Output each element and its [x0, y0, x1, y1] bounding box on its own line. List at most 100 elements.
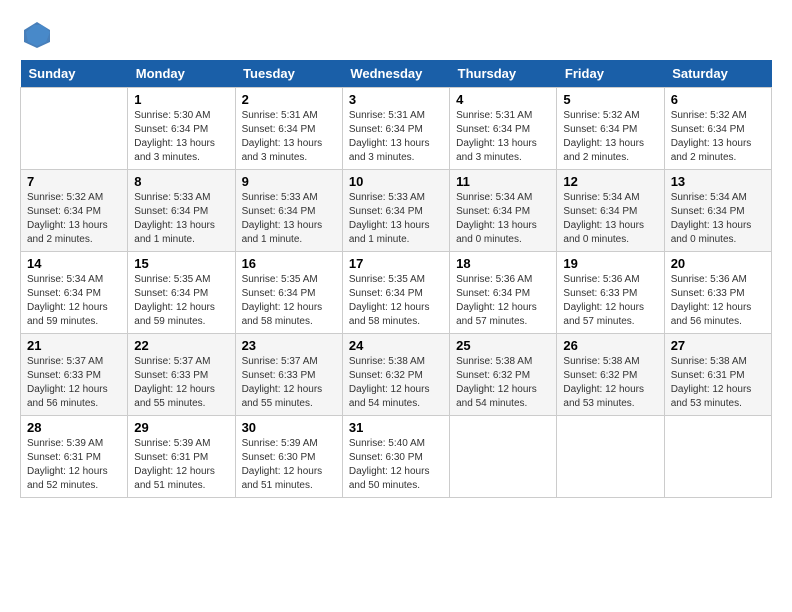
day-number: 9	[242, 174, 336, 189]
calendar-week-row: 7 Sunrise: 5:32 AMSunset: 6:34 PMDaylight…	[21, 170, 772, 252]
calendar-cell: 13 Sunrise: 5:34 AMSunset: 6:34 PMDayligh…	[664, 170, 771, 252]
day-info: Sunrise: 5:38 AMSunset: 6:31 PMDaylight:…	[671, 355, 765, 411]
day-number: 23	[242, 338, 336, 353]
calendar-cell: 15 Sunrise: 5:35 AMSunset: 6:34 PMDayligh…	[128, 252, 235, 334]
day-number: 25	[456, 338, 550, 353]
day-info: Sunrise: 5:33 AMSunset: 6:34 PMDaylight:…	[349, 191, 443, 247]
day-info: Sunrise: 5:30 AMSunset: 6:34 PMDaylight:…	[134, 109, 228, 165]
calendar-cell: 7 Sunrise: 5:32 AMSunset: 6:34 PMDaylight…	[21, 170, 128, 252]
day-number: 10	[349, 174, 443, 189]
day-number: 8	[134, 174, 228, 189]
calendar-cell: 30Sunrise: 5:39 AMSunset: 6:30 PMDayligh…	[235, 416, 342, 498]
calendar-cell: 8Sunrise: 5:33 AMSunset: 6:34 PMDaylight…	[128, 170, 235, 252]
day-number: 13	[671, 174, 765, 189]
calendar-cell: 22Sunrise: 5:37 AMSunset: 6:33 PMDayligh…	[128, 334, 235, 416]
calendar-cell	[557, 416, 664, 498]
day-number: 28	[27, 420, 121, 435]
day-number: 15	[134, 256, 228, 271]
calendar-cell: 9 Sunrise: 5:33 AMSunset: 6:34 PMDaylight…	[235, 170, 342, 252]
day-number: 17	[349, 256, 443, 271]
day-number: 24	[349, 338, 443, 353]
calendar-header-row: SundayMondayTuesdayWednesdayThursdayFrid…	[21, 60, 772, 88]
day-info: Sunrise: 5:35 AMSunset: 6:34 PMDaylight:…	[134, 273, 228, 329]
calendar-cell: 29 Sunrise: 5:39 AMSunset: 6:31 PMDayligh…	[128, 416, 235, 498]
day-number: 21	[27, 338, 121, 353]
day-number: 6	[671, 92, 765, 107]
day-info: Sunrise: 5:33 AMSunset: 6:34 PMDaylight:…	[242, 191, 336, 247]
calendar-cell: 1Sunrise: 5:30 AMSunset: 6:34 PMDaylight…	[128, 88, 235, 170]
logo	[20, 20, 52, 50]
day-number: 27	[671, 338, 765, 353]
calendar-cell: 2 Sunrise: 5:31 AMSunset: 6:34 PMDaylight…	[235, 88, 342, 170]
day-info: Sunrise: 5:34 AMSunset: 6:34 PMDaylight:…	[456, 191, 550, 247]
day-number: 29	[134, 420, 228, 435]
day-number: 11	[456, 174, 550, 189]
calendar-cell: 25Sunrise: 5:38 AMSunset: 6:32 PMDayligh…	[450, 334, 557, 416]
calendar-cell	[21, 88, 128, 170]
day-number: 14	[27, 256, 121, 271]
day-info: Sunrise: 5:32 AMSunset: 6:34 PMDaylight:…	[671, 109, 765, 165]
day-number: 5	[563, 92, 657, 107]
day-number: 18	[456, 256, 550, 271]
calendar-cell: 21 Sunrise: 5:37 AMSunset: 6:33 PMDayligh…	[21, 334, 128, 416]
day-info: Sunrise: 5:32 AMSunset: 6:34 PMDaylight:…	[563, 109, 657, 165]
header-day-tuesday: Tuesday	[235, 60, 342, 88]
day-info: Sunrise: 5:39 AMSunset: 6:31 PMDaylight:…	[27, 437, 121, 493]
page-header	[20, 20, 772, 50]
header-day-sunday: Sunday	[21, 60, 128, 88]
calendar-cell: 18Sunrise: 5:36 AMSunset: 6:34 PMDayligh…	[450, 252, 557, 334]
calendar-week-row: 1Sunrise: 5:30 AMSunset: 6:34 PMDaylight…	[21, 88, 772, 170]
day-info: Sunrise: 5:37 AMSunset: 6:33 PMDaylight:…	[134, 355, 228, 411]
calendar-cell: 14 Sunrise: 5:34 AMSunset: 6:34 PMDayligh…	[21, 252, 128, 334]
day-info: Sunrise: 5:39 AMSunset: 6:31 PMDaylight:…	[134, 437, 228, 493]
logo-icon	[22, 20, 52, 50]
day-info: Sunrise: 5:34 AMSunset: 6:34 PMDaylight:…	[671, 191, 765, 247]
calendar-week-row: 21 Sunrise: 5:37 AMSunset: 6:33 PMDayligh…	[21, 334, 772, 416]
calendar-cell: 31 Sunrise: 5:40 AMSunset: 6:30 PMDayligh…	[342, 416, 449, 498]
day-info: Sunrise: 5:31 AMSunset: 6:34 PMDaylight:…	[242, 109, 336, 165]
day-number: 20	[671, 256, 765, 271]
day-info: Sunrise: 5:31 AMSunset: 6:34 PMDaylight:…	[456, 109, 550, 165]
calendar-table: SundayMondayTuesdayWednesdayThursdayFrid…	[20, 60, 772, 498]
calendar-week-row: 14 Sunrise: 5:34 AMSunset: 6:34 PMDayligh…	[21, 252, 772, 334]
calendar-cell: 27 Sunrise: 5:38 AMSunset: 6:31 PMDayligh…	[664, 334, 771, 416]
day-number: 19	[563, 256, 657, 271]
calendar-cell: 4Sunrise: 5:31 AMSunset: 6:34 PMDaylight…	[450, 88, 557, 170]
day-info: Sunrise: 5:38 AMSunset: 6:32 PMDaylight:…	[349, 355, 443, 411]
calendar-cell: 5 Sunrise: 5:32 AMSunset: 6:34 PMDaylight…	[557, 88, 664, 170]
day-number: 7	[27, 174, 121, 189]
header-day-saturday: Saturday	[664, 60, 771, 88]
day-number: 3	[349, 92, 443, 107]
day-info: Sunrise: 5:35 AMSunset: 6:34 PMDaylight:…	[349, 273, 443, 329]
calendar-cell: 19Sunrise: 5:36 AMSunset: 6:33 PMDayligh…	[557, 252, 664, 334]
day-number: 16	[242, 256, 336, 271]
day-info: Sunrise: 5:40 AMSunset: 6:30 PMDaylight:…	[349, 437, 443, 493]
day-info: Sunrise: 5:38 AMSunset: 6:32 PMDaylight:…	[563, 355, 657, 411]
calendar-cell	[664, 416, 771, 498]
calendar-cell: 6 Sunrise: 5:32 AMSunset: 6:34 PMDaylight…	[664, 88, 771, 170]
header-day-thursday: Thursday	[450, 60, 557, 88]
calendar-cell: 20 Sunrise: 5:36 AMSunset: 6:33 PMDayligh…	[664, 252, 771, 334]
day-number: 2	[242, 92, 336, 107]
day-number: 26	[563, 338, 657, 353]
calendar-cell: 3 Sunrise: 5:31 AMSunset: 6:34 PMDaylight…	[342, 88, 449, 170]
calendar-cell: 28 Sunrise: 5:39 AMSunset: 6:31 PMDayligh…	[21, 416, 128, 498]
header-day-wednesday: Wednesday	[342, 60, 449, 88]
calendar-cell: 26 Sunrise: 5:38 AMSunset: 6:32 PMDayligh…	[557, 334, 664, 416]
day-number: 30	[242, 420, 336, 435]
day-info: Sunrise: 5:37 AMSunset: 6:33 PMDaylight:…	[242, 355, 336, 411]
day-info: Sunrise: 5:37 AMSunset: 6:33 PMDaylight:…	[27, 355, 121, 411]
header-day-friday: Friday	[557, 60, 664, 88]
calendar-cell: 12Sunrise: 5:34 AMSunset: 6:34 PMDayligh…	[557, 170, 664, 252]
day-info: Sunrise: 5:35 AMSunset: 6:34 PMDaylight:…	[242, 273, 336, 329]
day-info: Sunrise: 5:36 AMSunset: 6:33 PMDaylight:…	[671, 273, 765, 329]
day-number: 31	[349, 420, 443, 435]
day-info: Sunrise: 5:34 AMSunset: 6:34 PMDaylight:…	[563, 191, 657, 247]
calendar-cell: 23 Sunrise: 5:37 AMSunset: 6:33 PMDayligh…	[235, 334, 342, 416]
calendar-cell: 16 Sunrise: 5:35 AMSunset: 6:34 PMDayligh…	[235, 252, 342, 334]
calendar-cell: 17 Sunrise: 5:35 AMSunset: 6:34 PMDayligh…	[342, 252, 449, 334]
calendar-cell	[450, 416, 557, 498]
day-info: Sunrise: 5:31 AMSunset: 6:34 PMDaylight:…	[349, 109, 443, 165]
day-info: Sunrise: 5:34 AMSunset: 6:34 PMDaylight:…	[27, 273, 121, 329]
day-info: Sunrise: 5:32 AMSunset: 6:34 PMDaylight:…	[27, 191, 121, 247]
